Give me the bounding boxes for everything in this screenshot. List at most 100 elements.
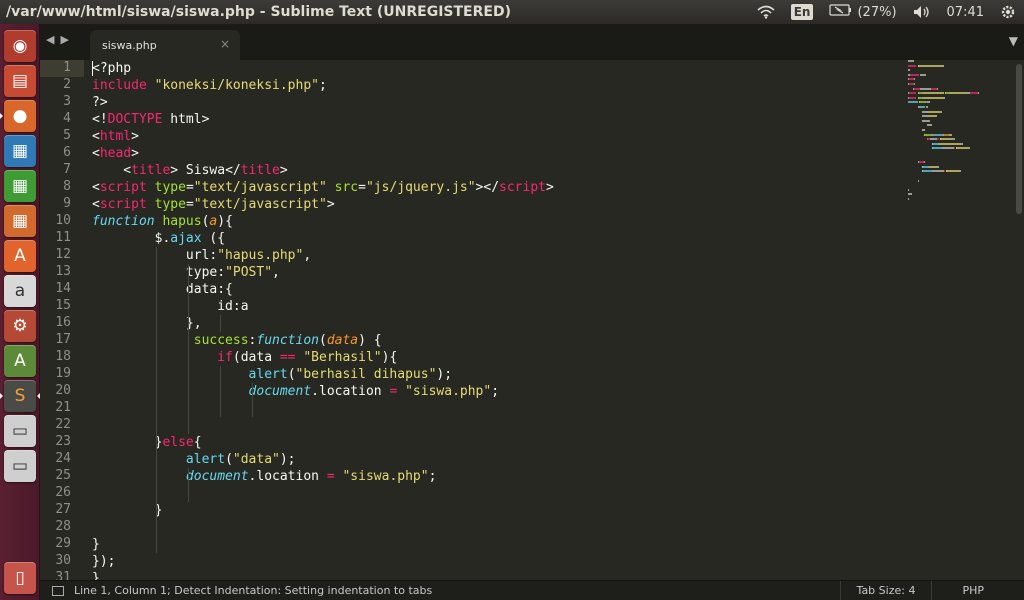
panel-toggle-icon[interactable] (52, 585, 64, 596)
line-number: 27 (55, 502, 71, 517)
clock[interactable]: 07:41 (939, 0, 992, 24)
code-line: if(data == "Berhasil"){ (217, 350, 398, 365)
code-line: alert("data"); (185, 452, 296, 467)
code-line: function hapus(a){ (92, 214, 233, 229)
settings-icon: ⚙ (12, 316, 28, 336)
close-icon[interactable]: × (220, 37, 230, 51)
text-cursor (92, 61, 93, 76)
tab-size-selector[interactable]: Tab Size: 4 (841, 584, 932, 597)
code-line: ?> (92, 95, 108, 110)
amazon-icon: a (14, 281, 26, 301)
editor[interactable]: 1 2 3 4 5 6 7 8 9 10 11 12 13 14 15 16 17 18 19 20 21 22 23 24 2… (40, 60, 1024, 580)
line-number: 14 (55, 281, 71, 296)
line-number: 29 (55, 536, 71, 551)
code-line: document.location = "siswa.php"; (248, 384, 500, 399)
language-indicator[interactable]: En (783, 0, 822, 24)
volume-icon[interactable] (905, 0, 939, 24)
launcher-drive-2[interactable]: ▭ (4, 450, 36, 482)
software-center-icon: A (14, 246, 26, 266)
line-number: 9 (63, 196, 71, 211)
line-number: 19 (55, 366, 71, 381)
line-number: 26 (55, 485, 71, 500)
code-area[interactable]: <?php include "koneksi/koneksi.php"; ?> <!D… (92, 60, 892, 580)
line-number: 28 (55, 519, 71, 534)
syntax-selector[interactable]: PHP (932, 584, 1024, 597)
code-line: document.location = "siswa.php"; (185, 469, 437, 484)
indicator-area: En (27%) 07:41 (749, 0, 1024, 24)
code-line: type:"POST", (92, 265, 280, 280)
launcher: ◉ ▤ ● ▦ ▦ ▦ Aa ⚙ A S ▭ ▭ ▯ (0, 24, 41, 600)
line-number: 16 (55, 315, 71, 330)
code-line: alert("berhasil dihapus"); (248, 367, 453, 382)
vertical-scrollbar[interactable] (1016, 64, 1022, 214)
line-number: 30 (55, 553, 71, 568)
updater-icon: A (14, 351, 26, 371)
window-title: /var/www/html/siswa/siswa.php - Sublime … (6, 4, 511, 20)
language-badge: En (790, 4, 814, 20)
launcher-libreoffice-impress[interactable]: ▦ (4, 205, 36, 237)
line-number: 6 (63, 145, 71, 160)
wifi-icon[interactable] (749, 0, 783, 24)
line-number: 13 (55, 264, 71, 279)
code-line: data:{ (92, 282, 233, 297)
firefox-icon: ● (12, 106, 28, 126)
battery-percent: (27%) (857, 4, 897, 20)
drive-icon: ▭ (11, 456, 29, 476)
launcher-drive-1[interactable]: ▭ (4, 415, 36, 447)
launcher-files[interactable]: ▤ (4, 65, 36, 97)
line-number: 20 (55, 383, 71, 398)
launcher-software-center[interactable]: A (4, 240, 36, 272)
line-number: 24 (55, 451, 71, 466)
launcher-system-settings[interactable]: ⚙ (4, 310, 36, 342)
launcher-amazon[interactable]: a (4, 275, 36, 307)
code-line: $.ajax ({ (92, 231, 226, 246)
gear-icon[interactable] (992, 0, 1024, 24)
tab-siswa-php[interactable]: siswa.php × (90, 30, 240, 60)
code-line: id:a (92, 299, 249, 314)
code-line: <head> (92, 146, 139, 161)
battery-icon (829, 4, 853, 20)
code-line: <script type="text/javascript"> (92, 197, 335, 212)
line-number: 15 (55, 298, 71, 313)
line-number: 25 (55, 468, 71, 483)
minimap[interactable] (908, 60, 1012, 210)
launcher-libreoffice-writer[interactable]: ▦ (4, 135, 36, 167)
line-number: 7 (63, 162, 71, 177)
line-number: 23 (55, 434, 71, 449)
drive-icon: ▭ (11, 421, 29, 441)
launcher-firefox[interactable]: ● (0, 100, 36, 132)
chevron-down-icon[interactable]: ▼ (1009, 34, 1018, 48)
battery-indicator[interactable]: (27%) (821, 0, 904, 24)
line-number: 5 (63, 128, 71, 143)
line-number: 22 (55, 417, 71, 432)
code-line: <script type="text/javascript" src="js/j… (92, 180, 554, 195)
line-gutter: 1 2 3 4 5 6 7 8 9 10 11 12 13 14 15 16 17 18 19 20 21 22 23 24 2… (40, 60, 84, 580)
launcher-software-updater[interactable]: A (4, 345, 36, 377)
status-bar: Line 1, Column 1; Detect Indentation: Se… (40, 580, 1024, 600)
line-number: 4 (63, 111, 71, 126)
launcher-trash[interactable]: ▯ (4, 562, 36, 594)
file-manager-icon: ▤ (11, 71, 29, 91)
top-panel: /var/www/html/siswa/siswa.php - Sublime … (0, 0, 1024, 24)
tab-nav-arrows[interactable]: ◀▶ (46, 33, 75, 46)
code-line: include "koneksi/koneksi.php"; (92, 78, 327, 93)
line-number: 3 (63, 94, 71, 109)
code-line: <!DOCTYPE html> (92, 112, 210, 127)
writer-icon: ▦ (11, 141, 29, 161)
code-line: }); (92, 554, 116, 569)
line-number: 12 (55, 247, 71, 262)
trash-icon: ▯ (15, 568, 25, 588)
sublime-icon: S (14, 386, 26, 406)
code-line: success:function(data) { (193, 333, 382, 348)
code-line: <?php (92, 61, 132, 76)
code-line: }else{ (92, 435, 202, 450)
code-line: } (92, 537, 100, 552)
launcher-sublime-text[interactable]: S (0, 380, 41, 412)
launcher-dash-home[interactable]: ◉ (4, 30, 36, 62)
ubuntu-logo-icon: ◉ (12, 36, 28, 56)
calc-icon: ▦ (11, 176, 29, 196)
impress-icon: ▦ (11, 211, 29, 231)
launcher-libreoffice-calc[interactable]: ▦ (4, 170, 36, 202)
tab-label: siswa.php (102, 38, 157, 52)
line-number: 18 (55, 349, 71, 364)
